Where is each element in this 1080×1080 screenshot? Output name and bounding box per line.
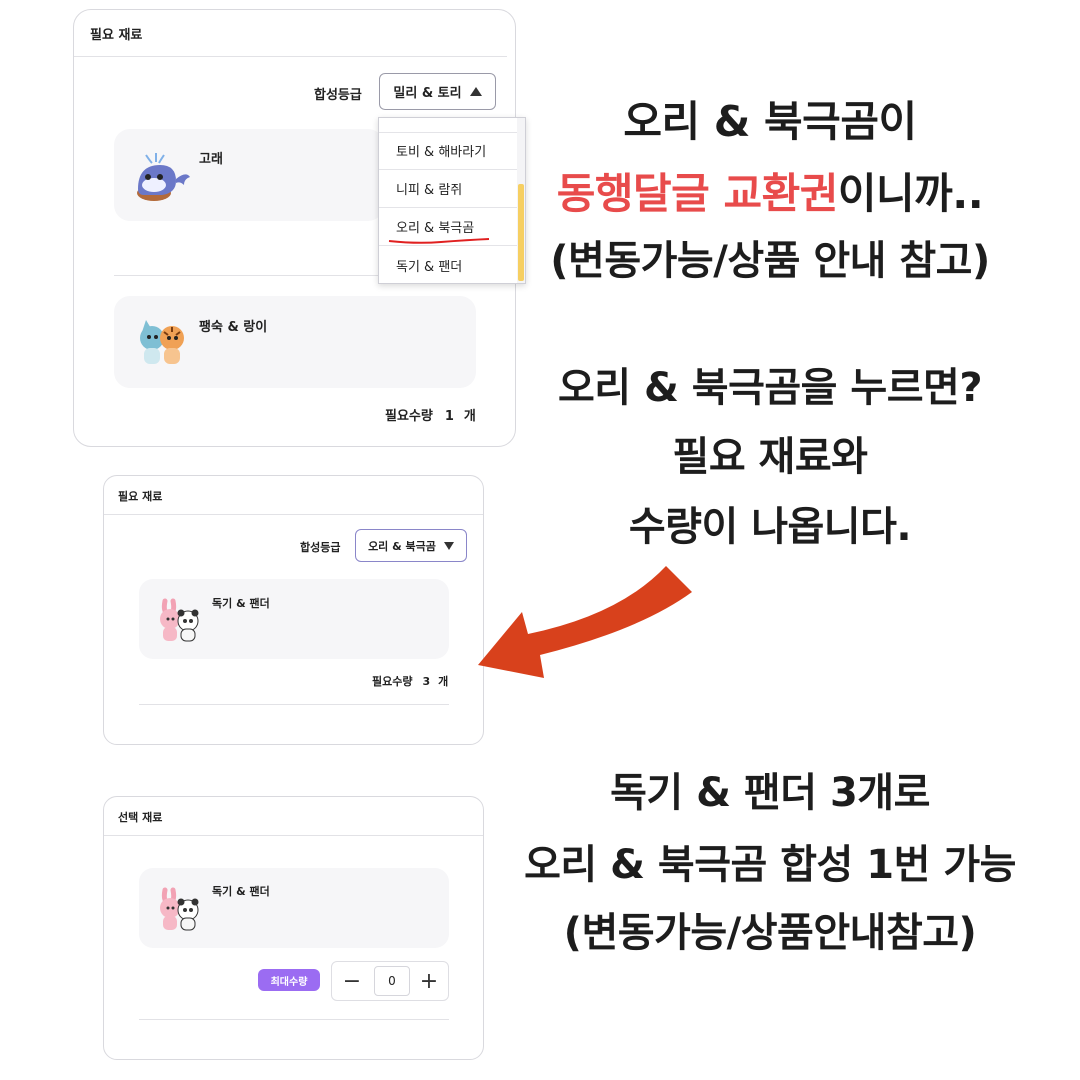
max-qty-button[interactable]: 최대수량 [258,969,320,991]
annotation-line: 동행달글 교환권이니까.. [500,160,1040,221]
grade-option[interactable]: 독기 & 팬더 [379,246,517,284]
caret-up-icon [469,87,482,96]
item-name: 팽숙 & 랑이 [199,320,268,335]
material-card-2: 필요 재료 합성등급 오리 & 북극곰 독기 & 팬더 필요수량 3 개 [103,475,484,745]
annotation-line: 수량이 나옵니다. [628,504,912,550]
whale-icon [132,149,192,205]
grade-label: 합성등급 [314,88,362,103]
grade-label: 합성등급 [300,541,341,554]
card-title: 선택 재료 [104,797,483,836]
selected-material-card: 선택 재료 독기 & 팬더 최대수량 − 0 + [103,796,484,1060]
qty-unit: 개 [438,675,449,688]
grade-select-value: 밀리 & 토리 [393,86,462,101]
qty-label: 필요수량 [372,675,413,688]
caret-down-icon [443,541,454,550]
annotation-line: 오리 & 북극곰을 누르면? [557,365,983,411]
annotation-line: 필요 재료와 [672,434,868,480]
qty-label: 필요수량 [385,409,433,424]
rabbit-panda-icon [157,597,203,643]
pointer-arrow-icon [470,560,705,700]
item-name: 독기 & 팬더 [212,597,270,610]
annotation-highlight: 동행달글 교환권 [556,169,839,218]
plus-button[interactable]: + [409,962,449,1000]
annotation-text: 이니까.. [837,169,984,218]
annotation-line: 독기 & 팬더 3개로 [610,770,930,816]
grade-select[interactable]: 오리 & 북극곰 [355,529,467,562]
grade-option[interactable]: 토비 & 해바라기 [379,132,517,170]
material-item[interactable]: 고래 [114,129,384,221]
shark-tiger-icon [134,318,190,370]
annotation-line: (변동가능/상품안내참고) [563,910,977,956]
grade-select[interactable]: 밀리 & 토리 [379,73,496,110]
annotation-line: 오리 & 북극곰 합성 1번 가능 [524,842,1016,888]
annotation-line: (변동가능/상품 안내 참고) [550,238,990,284]
qty-value: 1 [444,409,454,424]
quantity-input[interactable]: 0 [374,966,410,996]
minus-button[interactable]: − [332,962,372,1000]
required-qty: 필요수량 3 개 [372,673,448,689]
red-underline [387,237,491,245]
grade-select-value: 오리 & 북극곰 [368,539,436,553]
material-item[interactable]: 팽숙 & 랑이 [114,296,476,388]
grade-option[interactable]: 니피 & 람쥐 [379,170,517,208]
required-qty: 필요수량 1 개 [385,405,476,424]
material-item[interactable]: 독기 & 팬더 [139,868,449,948]
item-name: 독기 & 팬더 [212,885,270,898]
card-title: 필요 재료 [74,10,507,57]
rabbit-panda-icon [157,886,203,932]
divider [139,1019,449,1020]
item-name: 고래 [199,152,223,167]
qty-value: 3 [422,675,431,688]
material-item[interactable]: 독기 & 팬더 [139,579,449,659]
quantity-stepper[interactable]: − 0 + [331,961,449,1001]
grade-option[interactable] [379,118,517,133]
annotation-line: 오리 & 북극곰이 [623,97,917,146]
card-title: 필요 재료 [104,476,483,515]
divider [139,704,449,705]
qty-unit: 개 [463,409,476,424]
